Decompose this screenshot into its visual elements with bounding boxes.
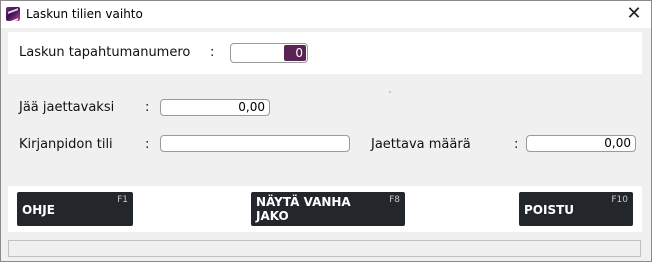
status-bar [8, 240, 641, 257]
remaining-colon: : [145, 100, 150, 115]
transaction-number-value: 0 [284, 45, 306, 61]
app-logo-icon [6, 7, 20, 21]
account-colon: : [145, 137, 150, 152]
close-icon[interactable]: ✕ [623, 3, 645, 25]
exit-button-key: F10 [611, 195, 628, 205]
window-title: Laskun tilien vaihto [26, 7, 143, 21]
show-old-split-key: F8 [389, 195, 400, 205]
help-button-key: F1 [117, 195, 128, 205]
amount-label: Jaettava määrä [371, 137, 471, 152]
help-button[interactable]: OHJE F1 [17, 192, 133, 226]
amount-colon: : [514, 137, 519, 152]
amount-field[interactable]: 0,00 [526, 135, 636, 152]
exit-button[interactable]: POISTU F10 [519, 192, 633, 226]
account-field[interactable] [160, 135, 350, 152]
title-bar: Laskun tilien vaihto ✕ [1, 1, 651, 28]
remaining-label: Jää jaettavaksi [19, 100, 115, 115]
show-old-split-label-line1: NÄYTÄ VANHA [256, 195, 351, 209]
account-label: Kirjanpidon tili [19, 137, 113, 152]
show-old-split-button[interactable]: NÄYTÄ VANHA JAKO F8 [251, 192, 405, 226]
transaction-number-field[interactable]: 0 [230, 43, 308, 63]
transaction-number-colon: : [210, 45, 215, 60]
exit-button-label: POISTU [524, 203, 575, 217]
show-old-split-label-line2: JAKO [256, 209, 289, 223]
help-button-label: OHJE [22, 203, 55, 217]
remaining-field[interactable]: 0,00 [160, 99, 270, 116]
transaction-number-label: Laskun tapahtumanumero [19, 45, 191, 60]
divider-dot [389, 91, 391, 93]
